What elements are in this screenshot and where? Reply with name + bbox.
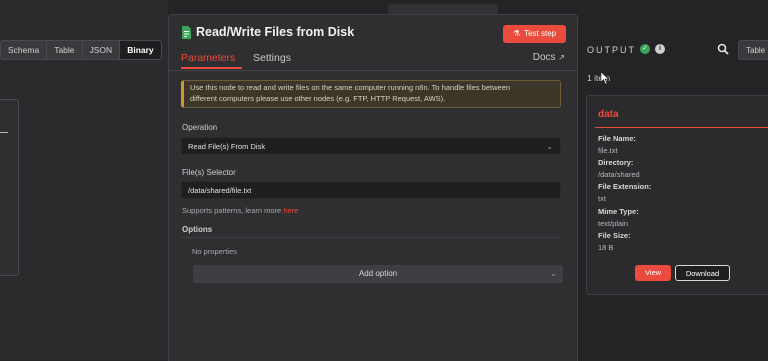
options-title: Options [182,225,213,234]
operation-label: Operation [182,123,218,132]
node-parameters-modal: Read/Write Files from Disk ⚗ Test step Pa… [168,14,578,361]
field-key: File Name: [598,134,636,143]
field-key: Directory: [598,158,634,167]
active-tab-indicator [181,67,242,69]
tab-settings[interactable]: Settings [253,52,291,64]
add-option-button[interactable]: Add option ⌄ [193,265,563,283]
field-key: File Extension: [598,182,652,191]
field-value: /data/shared [598,170,640,179]
operation-select[interactable]: Read File(s) From Disk ⌄ [181,137,561,155]
view-button[interactable]: View [635,265,671,281]
notice-line-1: Use this node to read and write files on… [190,83,511,92]
external-link-icon: ↗ [558,53,565,62]
tab-table[interactable]: Table [47,40,83,60]
tab-schema[interactable]: Schema [0,40,48,60]
chevron-down-icon: ⌄ [546,142,553,151]
modal-tabs: Parameters Settings Docs ↗ [169,52,577,71]
input-data-card [0,99,19,276]
success-check-icon: ✓ [640,44,650,54]
mouse-cursor-icon [601,72,609,84]
field-value: file.txt [598,146,618,155]
test-step-label: Test step [524,29,557,38]
file-selector-input[interactable]: /data/shared/file.txt [181,181,561,199]
field-value: txt [598,194,606,203]
operation-value: Read File(s) From Disk [188,142,266,151]
docs-link[interactable]: Docs ↗ [533,52,565,63]
hint-text: Supports patterns, learn more [182,206,284,215]
modal-header: Read/Write Files from Disk ⚗ Test step [169,15,577,51]
field-key: File Size: [598,231,631,240]
search-icon[interactable] [717,43,729,55]
selector-label: File(s) Selector [182,168,236,177]
test-step-button[interactable]: ⚗ Test step [503,25,566,43]
info-icon[interactable]: i [655,44,665,54]
add-option-label: Add option [358,269,398,278]
field-value: 18 B [598,243,614,252]
output-title: OUTPUT [587,45,636,55]
patterns-hint: Supports patterns, learn more here [182,206,298,215]
tab-table-output[interactable]: Table [738,40,768,60]
field-value: text/plain [598,219,629,228]
tab-parameters[interactable]: Parameters [181,52,235,64]
card-title: data [598,109,619,120]
file-disk-icon [182,26,191,39]
binary-data-card: data File Name: file.txt Directory: /dat… [586,95,768,295]
info-notice: Use this node to read and write files on… [181,80,561,108]
field-key: Mime Type: [598,207,639,216]
tab-binary[interactable]: Binary [120,40,162,60]
input-view-tabs: Schema Table JSON Binary [0,40,162,60]
flask-icon: ⚗ [512,29,521,38]
divider [0,132,8,133]
chevron-down-icon: ⌄ [550,269,557,278]
learn-more-link[interactable]: here [283,206,298,215]
file-selector-value: /data/shared/file.txt [188,186,252,195]
card-title-underline [595,127,768,128]
options-divider [181,237,561,238]
download-button[interactable]: Download [675,265,730,281]
node-title: Read/Write Files from Disk [196,25,355,39]
docs-label: Docs [532,52,556,63]
no-properties-text: No properties [192,247,238,256]
tab-json[interactable]: JSON [82,40,121,60]
notice-line-2: different computers please use other nod… [190,93,446,103]
